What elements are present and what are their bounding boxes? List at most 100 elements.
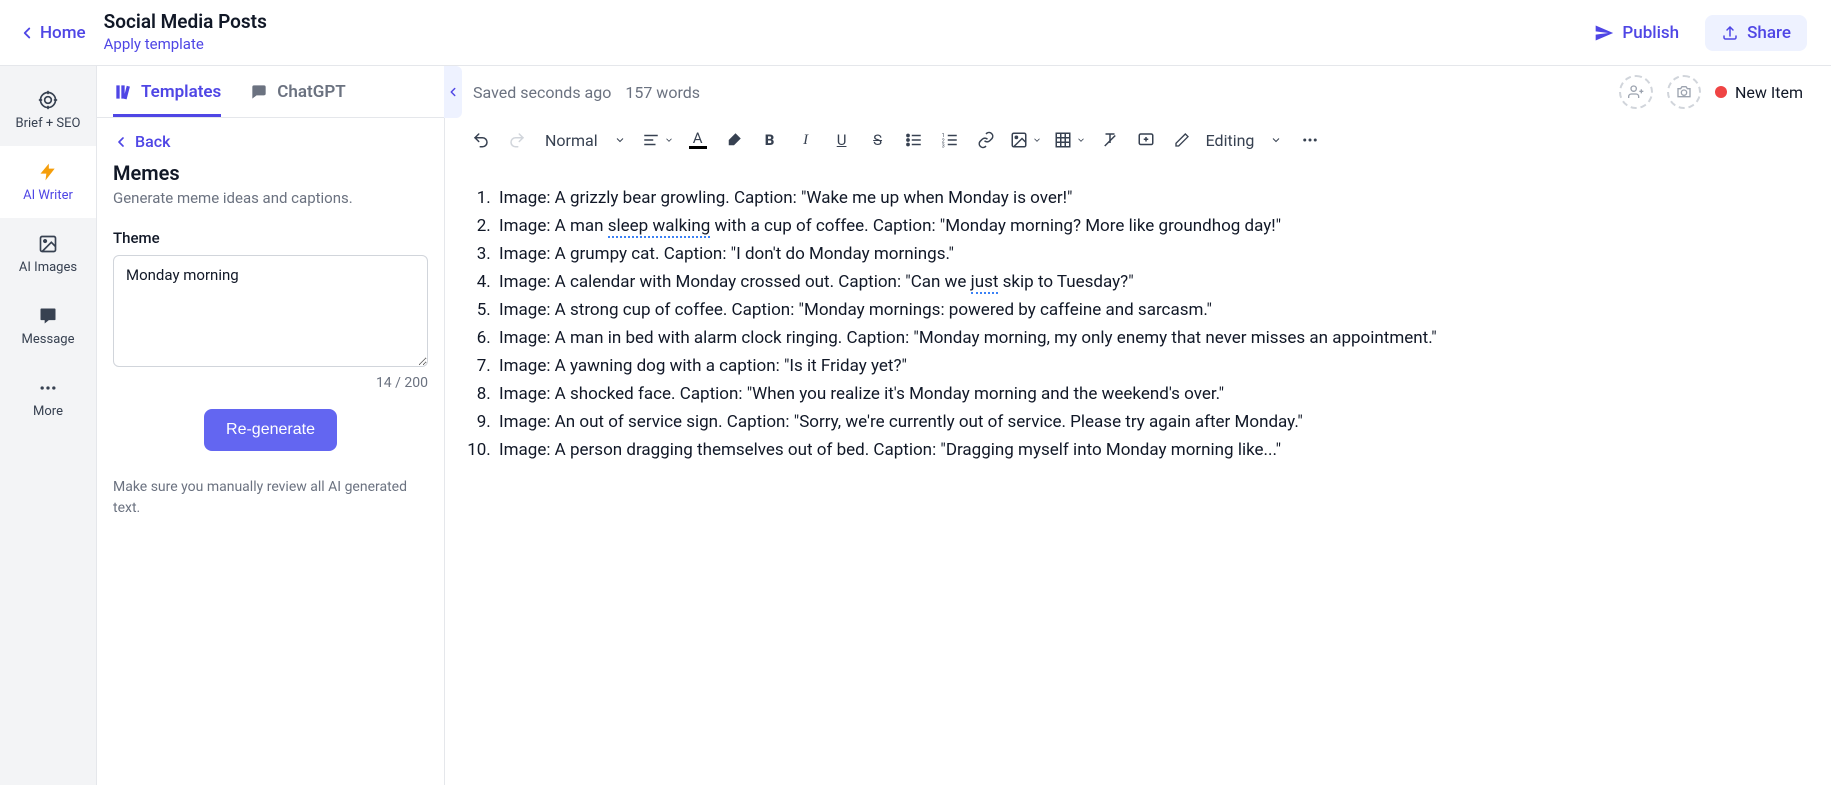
editing-mode-label: Editing xyxy=(1206,131,1255,150)
list-item: Image: A man in bed with alarm clock rin… xyxy=(495,324,1803,352)
share-button[interactable]: Share xyxy=(1705,15,1807,51)
saved-status: Saved seconds ago xyxy=(473,83,611,102)
insert-table-button[interactable] xyxy=(1050,124,1090,156)
list-item: Image: A grumpy cat. Caption: "I don't d… xyxy=(495,240,1803,268)
editor-content[interactable]: Image: A grizzly bear growling. Caption:… xyxy=(445,162,1831,785)
image-icon xyxy=(1010,131,1028,149)
camera-icon xyxy=(1676,84,1692,100)
apply-template-link[interactable]: Apply template xyxy=(104,35,267,53)
redo-icon xyxy=(508,131,526,149)
rail-item-ai-writer[interactable]: AI Writer xyxy=(0,146,96,218)
templates-panel: Templates ChatGPT Back Memes Generate me… xyxy=(97,66,445,785)
clear-format-icon xyxy=(1101,131,1119,149)
list-item: Image: A strong cup of coffee. Caption: … xyxy=(495,296,1803,324)
publish-button[interactable]: Publish xyxy=(1584,17,1689,49)
list-item: Image: A man sleep walking with a cup of… xyxy=(495,212,1803,240)
highlight-button[interactable] xyxy=(718,124,750,156)
rail-item-brief-seo[interactable]: Brief + SEO xyxy=(0,74,96,146)
chevron-down-icon xyxy=(1076,135,1086,145)
paragraph-style-select[interactable]: Normal xyxy=(537,131,634,150)
add-collaborator-button[interactable] xyxy=(1619,75,1653,109)
tab-chatgpt[interactable]: ChatGPT xyxy=(249,66,345,117)
dots-icon xyxy=(1301,131,1319,149)
bullet-list-button[interactable] xyxy=(898,124,930,156)
table-icon xyxy=(1054,131,1072,149)
add-image-button[interactable] xyxy=(1667,75,1701,109)
template-name: Memes xyxy=(113,161,428,185)
align-left-icon xyxy=(642,131,660,149)
chat-icon xyxy=(249,82,269,102)
strikethrough-button[interactable]: S xyxy=(862,124,894,156)
undo-button[interactable] xyxy=(465,124,497,156)
chevron-down-icon xyxy=(614,134,626,146)
send-icon xyxy=(1594,23,1614,43)
collapse-panel-button[interactable] xyxy=(444,66,462,118)
app-header: Home Social Media Posts Apply template P… xyxy=(0,0,1831,66)
link-button[interactable] xyxy=(970,124,1002,156)
editor: Saved seconds ago 157 words New Item Nor… xyxy=(445,66,1831,785)
ai-review-note: Make sure you manually review all AI gen… xyxy=(113,477,428,519)
ordered-list-button[interactable]: 123 xyxy=(934,124,966,156)
back-button[interactable]: Back xyxy=(113,132,428,151)
tab-chatgpt-label: ChatGPT xyxy=(277,82,345,102)
numbered-list-icon: 123 xyxy=(941,131,959,149)
bold-button[interactable]: B xyxy=(754,124,786,156)
list-item: Image: A shocked face. Caption: "When yo… xyxy=(495,380,1803,408)
rail-item-label: AI Images xyxy=(19,260,77,275)
template-description: Generate meme ideas and captions. xyxy=(113,189,428,207)
rail-item-label: AI Writer xyxy=(23,188,73,203)
rail-item-message[interactable]: Message xyxy=(0,290,96,362)
list-item: Image: A yawning dog with a caption: "Is… xyxy=(495,352,1803,380)
books-icon xyxy=(113,82,133,102)
comment-plus-icon xyxy=(1137,131,1155,149)
strike-icon: S xyxy=(873,131,882,149)
redo-button[interactable] xyxy=(501,124,533,156)
left-rail: Brief + SEO AI Writer AI Images Message … xyxy=(0,66,97,785)
more-tools-button[interactable] xyxy=(1294,124,1326,156)
rail-item-label: More xyxy=(33,404,63,419)
tab-templates[interactable]: Templates xyxy=(113,66,221,117)
chevron-down-icon xyxy=(1032,135,1042,145)
underline-button[interactable]: U xyxy=(826,124,858,156)
rail-item-label: Brief + SEO xyxy=(16,116,81,131)
share-label: Share xyxy=(1747,23,1791,43)
bold-icon: B xyxy=(765,131,775,149)
list-item: Image: A calendar with Monday crossed ou… xyxy=(495,268,1803,296)
home-link[interactable]: Home xyxy=(18,23,86,43)
editor-toolbar: Normal A B I U S 123 Editing xyxy=(445,118,1831,162)
word-count: 157 words xyxy=(625,83,700,102)
theme-input[interactable] xyxy=(113,255,428,367)
page-title: Social Media Posts xyxy=(104,12,267,33)
message-icon xyxy=(38,306,58,326)
chevron-left-icon xyxy=(446,85,460,99)
italic-icon: I xyxy=(803,132,808,149)
back-label: Back xyxy=(135,132,170,151)
italic-button[interactable]: I xyxy=(790,124,822,156)
list-item: Image: A grizzly bear growling. Caption:… xyxy=(495,184,1803,212)
publish-label: Publish xyxy=(1622,23,1679,43)
status-chip[interactable]: New Item xyxy=(1715,83,1803,102)
comment-button[interactable] xyxy=(1130,124,1162,156)
font-color-button[interactable]: A xyxy=(682,124,714,156)
insert-image-button[interactable] xyxy=(1006,124,1046,156)
user-plus-icon xyxy=(1628,84,1644,100)
tab-templates-label: Templates xyxy=(141,82,221,102)
dots-icon xyxy=(38,378,58,398)
rail-item-more[interactable]: More xyxy=(0,362,96,434)
editing-mode-select[interactable]: Editing xyxy=(1166,131,1291,150)
status-label: New Item xyxy=(1735,83,1803,102)
align-button[interactable] xyxy=(638,124,678,156)
undo-icon xyxy=(472,131,490,149)
clear-format-button[interactable] xyxy=(1094,124,1126,156)
status-dot-icon xyxy=(1715,86,1727,98)
chevron-left-icon xyxy=(18,24,36,42)
underline-icon: U xyxy=(837,131,847,149)
pencil-icon xyxy=(1174,132,1190,148)
chevron-left-icon xyxy=(113,134,129,150)
chevron-down-icon xyxy=(664,135,674,145)
rail-item-ai-images[interactable]: AI Images xyxy=(0,218,96,290)
upload-icon xyxy=(1721,24,1739,42)
chevron-down-icon xyxy=(1270,134,1282,146)
regenerate-button[interactable]: Re-generate xyxy=(204,409,337,451)
link-icon xyxy=(977,131,995,149)
